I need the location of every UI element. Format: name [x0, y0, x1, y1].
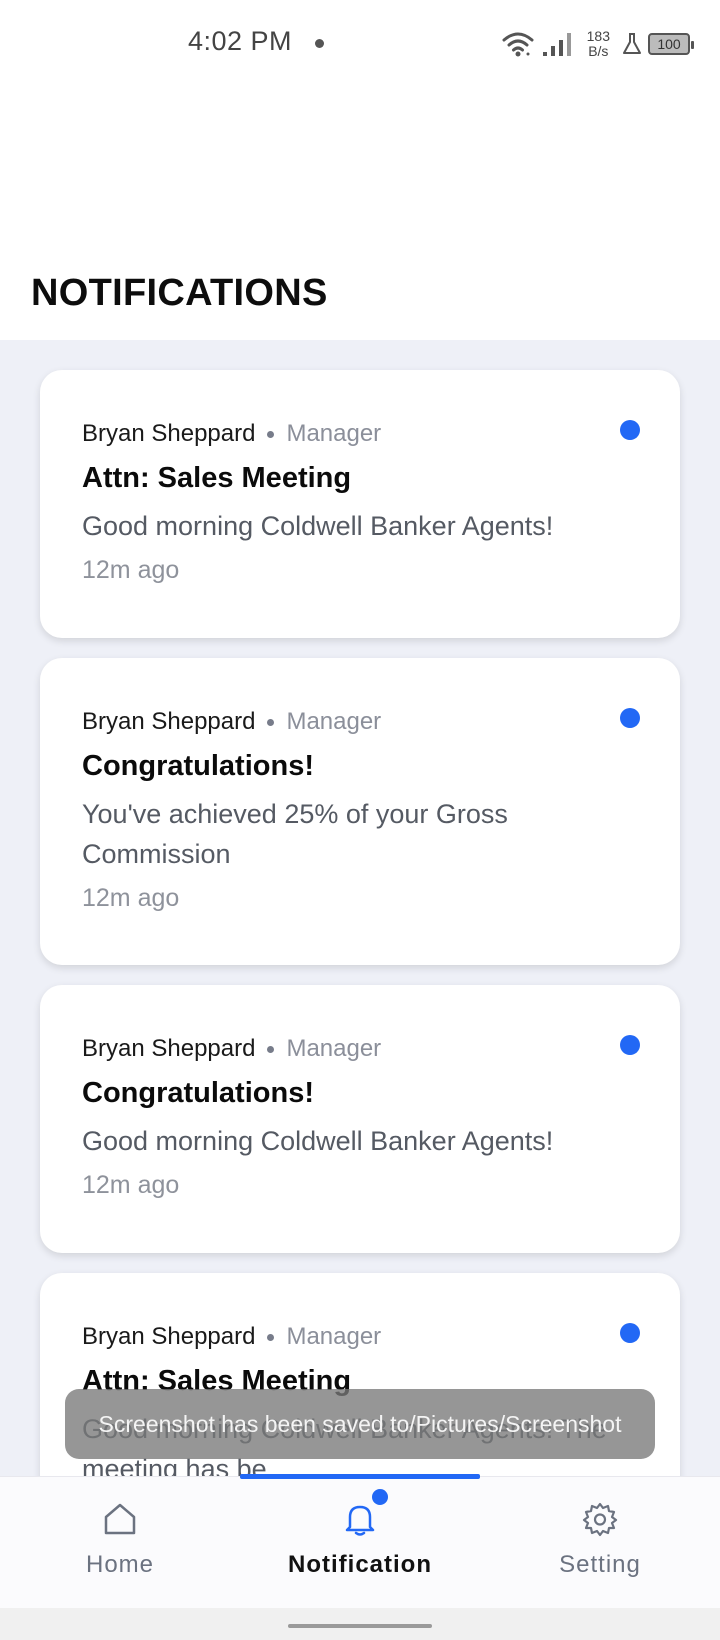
nav-item-setting[interactable]: Setting [480, 1477, 720, 1609]
separator-dot [267, 1333, 275, 1341]
unread-indicator [620, 420, 640, 440]
notification-time: 12m ago [82, 1171, 180, 1199]
notification-meta: Bryan Sheppard Manager [82, 1035, 381, 1063]
unread-indicator [620, 1323, 640, 1343]
notification-meta: Bryan Sheppard Manager [82, 420, 381, 448]
status-bar: 4:02 PM 183 B/s 100 [0, 0, 720, 88]
notification-dot-icon [315, 39, 324, 48]
notification-time: 12m ago [82, 884, 180, 912]
nav-item-notification[interactable]: Notification [240, 1477, 480, 1609]
battery-level: 100 [657, 36, 681, 52]
network-speed-unit: B/s [588, 43, 609, 59]
separator-dot [267, 430, 275, 438]
nav-label-setting: Setting [559, 1551, 641, 1578]
notification-badge [372, 1489, 388, 1505]
notification-meta: Bryan Sheppard Manager [82, 1323, 381, 1351]
separator-dot [267, 718, 275, 726]
network-speed: 183 B/s [587, 29, 610, 59]
notification-list[interactable]: Bryan Sheppard Manager Attn: Sales Meeti… [0, 340, 720, 1476]
author-role: Manager [286, 1035, 382, 1062]
flask-icon [623, 33, 641, 54]
notification-card[interactable]: Bryan Sheppard Manager Attn: Sales Meeti… [40, 370, 680, 638]
author-role: Manager [286, 1323, 382, 1350]
status-icons: 183 B/s 100 [501, 24, 694, 64]
unread-indicator [620, 708, 640, 728]
nav-item-home[interactable]: Home [0, 1477, 240, 1609]
nav-label-home: Home [85, 1551, 155, 1578]
separator-dot [267, 1045, 275, 1053]
home-icon [104, 1503, 136, 1535]
nav-label-notification: Notification [288, 1551, 432, 1578]
wifi-icon [502, 32, 534, 57]
notification-title: Congratulations! [82, 1077, 314, 1109]
notification-card[interactable]: Bryan Sheppard Manager Congratulations! … [40, 658, 680, 965]
author-name: Bryan Sheppard [82, 1323, 256, 1350]
author-role: Manager [286, 420, 382, 447]
notification-meta: Bryan Sheppard Manager [82, 708, 381, 736]
notification-body: You've achieved 25% of your Gross Commis… [82, 799, 508, 869]
unread-indicator [620, 1035, 640, 1055]
notification-body: Good morning Coldwell Banker Agents! [82, 1126, 554, 1156]
bell-icon [345, 1505, 375, 1536]
notification-title: Attn: Sales Meeting [82, 462, 352, 494]
gear-icon [582, 1502, 618, 1537]
signal-icon [542, 33, 571, 56]
battery-icon: 100 [648, 33, 694, 55]
notification-time: 12m ago [82, 556, 180, 584]
network-speed-value: 183 [586, 28, 610, 44]
author-name: Bryan Sheppard [82, 420, 256, 447]
notification-body: Good morning Coldwell Banker Agents! [82, 511, 554, 541]
status-time: 4:02 PM [188, 26, 293, 56]
bell-icon-wrapper [342, 1489, 388, 1537]
home-gesture-bar[interactable] [288, 1624, 432, 1628]
author-name: Bryan Sheppard [82, 708, 256, 735]
notification-card[interactable]: Bryan Sheppard Manager Congratulations! … [40, 985, 680, 1253]
author-role: Manager [286, 708, 382, 735]
bottom-navigation: Home Notification Setting [0, 1474, 720, 1609]
screenshot-toast: Screenshot has been saved to/Pictures/Sc… [65, 1389, 655, 1459]
page-title: NOTIFICATIONS [31, 272, 328, 314]
gesture-area [0, 1608, 720, 1640]
notification-title: Congratulations! [82, 750, 314, 782]
author-name: Bryan Sheppard [82, 1035, 256, 1062]
